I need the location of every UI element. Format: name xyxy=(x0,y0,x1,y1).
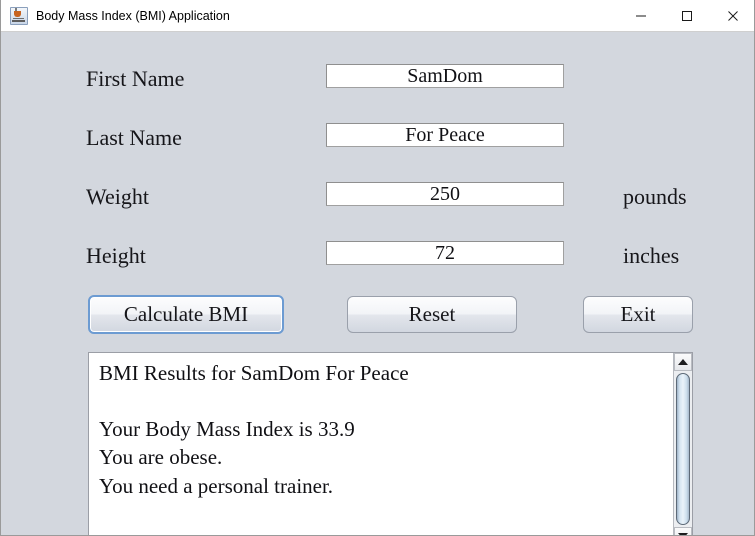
results-text-area[interactable]: BMI Results for SamDom For Peace Your Bo… xyxy=(88,352,693,535)
maximize-button[interactable] xyxy=(664,0,710,31)
first-name-input[interactable] xyxy=(326,64,564,88)
exit-button[interactable]: Exit xyxy=(583,296,693,333)
last-name-input[interactable] xyxy=(326,123,564,147)
application-window: Body Mass Index (BMI) Application First … xyxy=(0,0,755,536)
window-controls xyxy=(618,0,754,31)
height-input[interactable] xyxy=(326,241,564,265)
last-name-label: Last Name xyxy=(86,125,182,150)
title-bar: Body Mass Index (BMI) Application xyxy=(1,0,754,32)
client-area: First Name Last Name Weight pounds Heigh… xyxy=(1,32,754,535)
weight-unit-label: pounds xyxy=(623,184,687,209)
minimize-icon xyxy=(636,15,646,16)
reset-button[interactable]: Reset xyxy=(347,296,517,333)
close-icon xyxy=(728,10,738,21)
weight-input[interactable] xyxy=(326,182,564,206)
height-label: Height xyxy=(86,243,146,268)
close-button[interactable] xyxy=(710,0,754,31)
triangle-up-icon xyxy=(678,359,688,365)
results-text: BMI Results for SamDom For Peace Your Bo… xyxy=(99,361,409,498)
first-name-label: First Name xyxy=(86,66,185,91)
scrollbar-thumb[interactable] xyxy=(676,373,690,525)
calculate-bmi-button[interactable]: Calculate BMI xyxy=(88,295,284,334)
minimize-button[interactable] xyxy=(618,0,664,31)
scroll-down-button[interactable] xyxy=(674,527,692,535)
maximize-icon xyxy=(682,10,692,21)
weight-label: Weight xyxy=(86,184,149,209)
window-title: Body Mass Index (BMI) Application xyxy=(36,8,230,23)
height-unit-label: inches xyxy=(623,243,680,268)
results-vertical-scrollbar[interactable] xyxy=(673,353,692,535)
java-coffee-cup-icon xyxy=(10,6,28,25)
scroll-up-button[interactable] xyxy=(674,353,692,371)
